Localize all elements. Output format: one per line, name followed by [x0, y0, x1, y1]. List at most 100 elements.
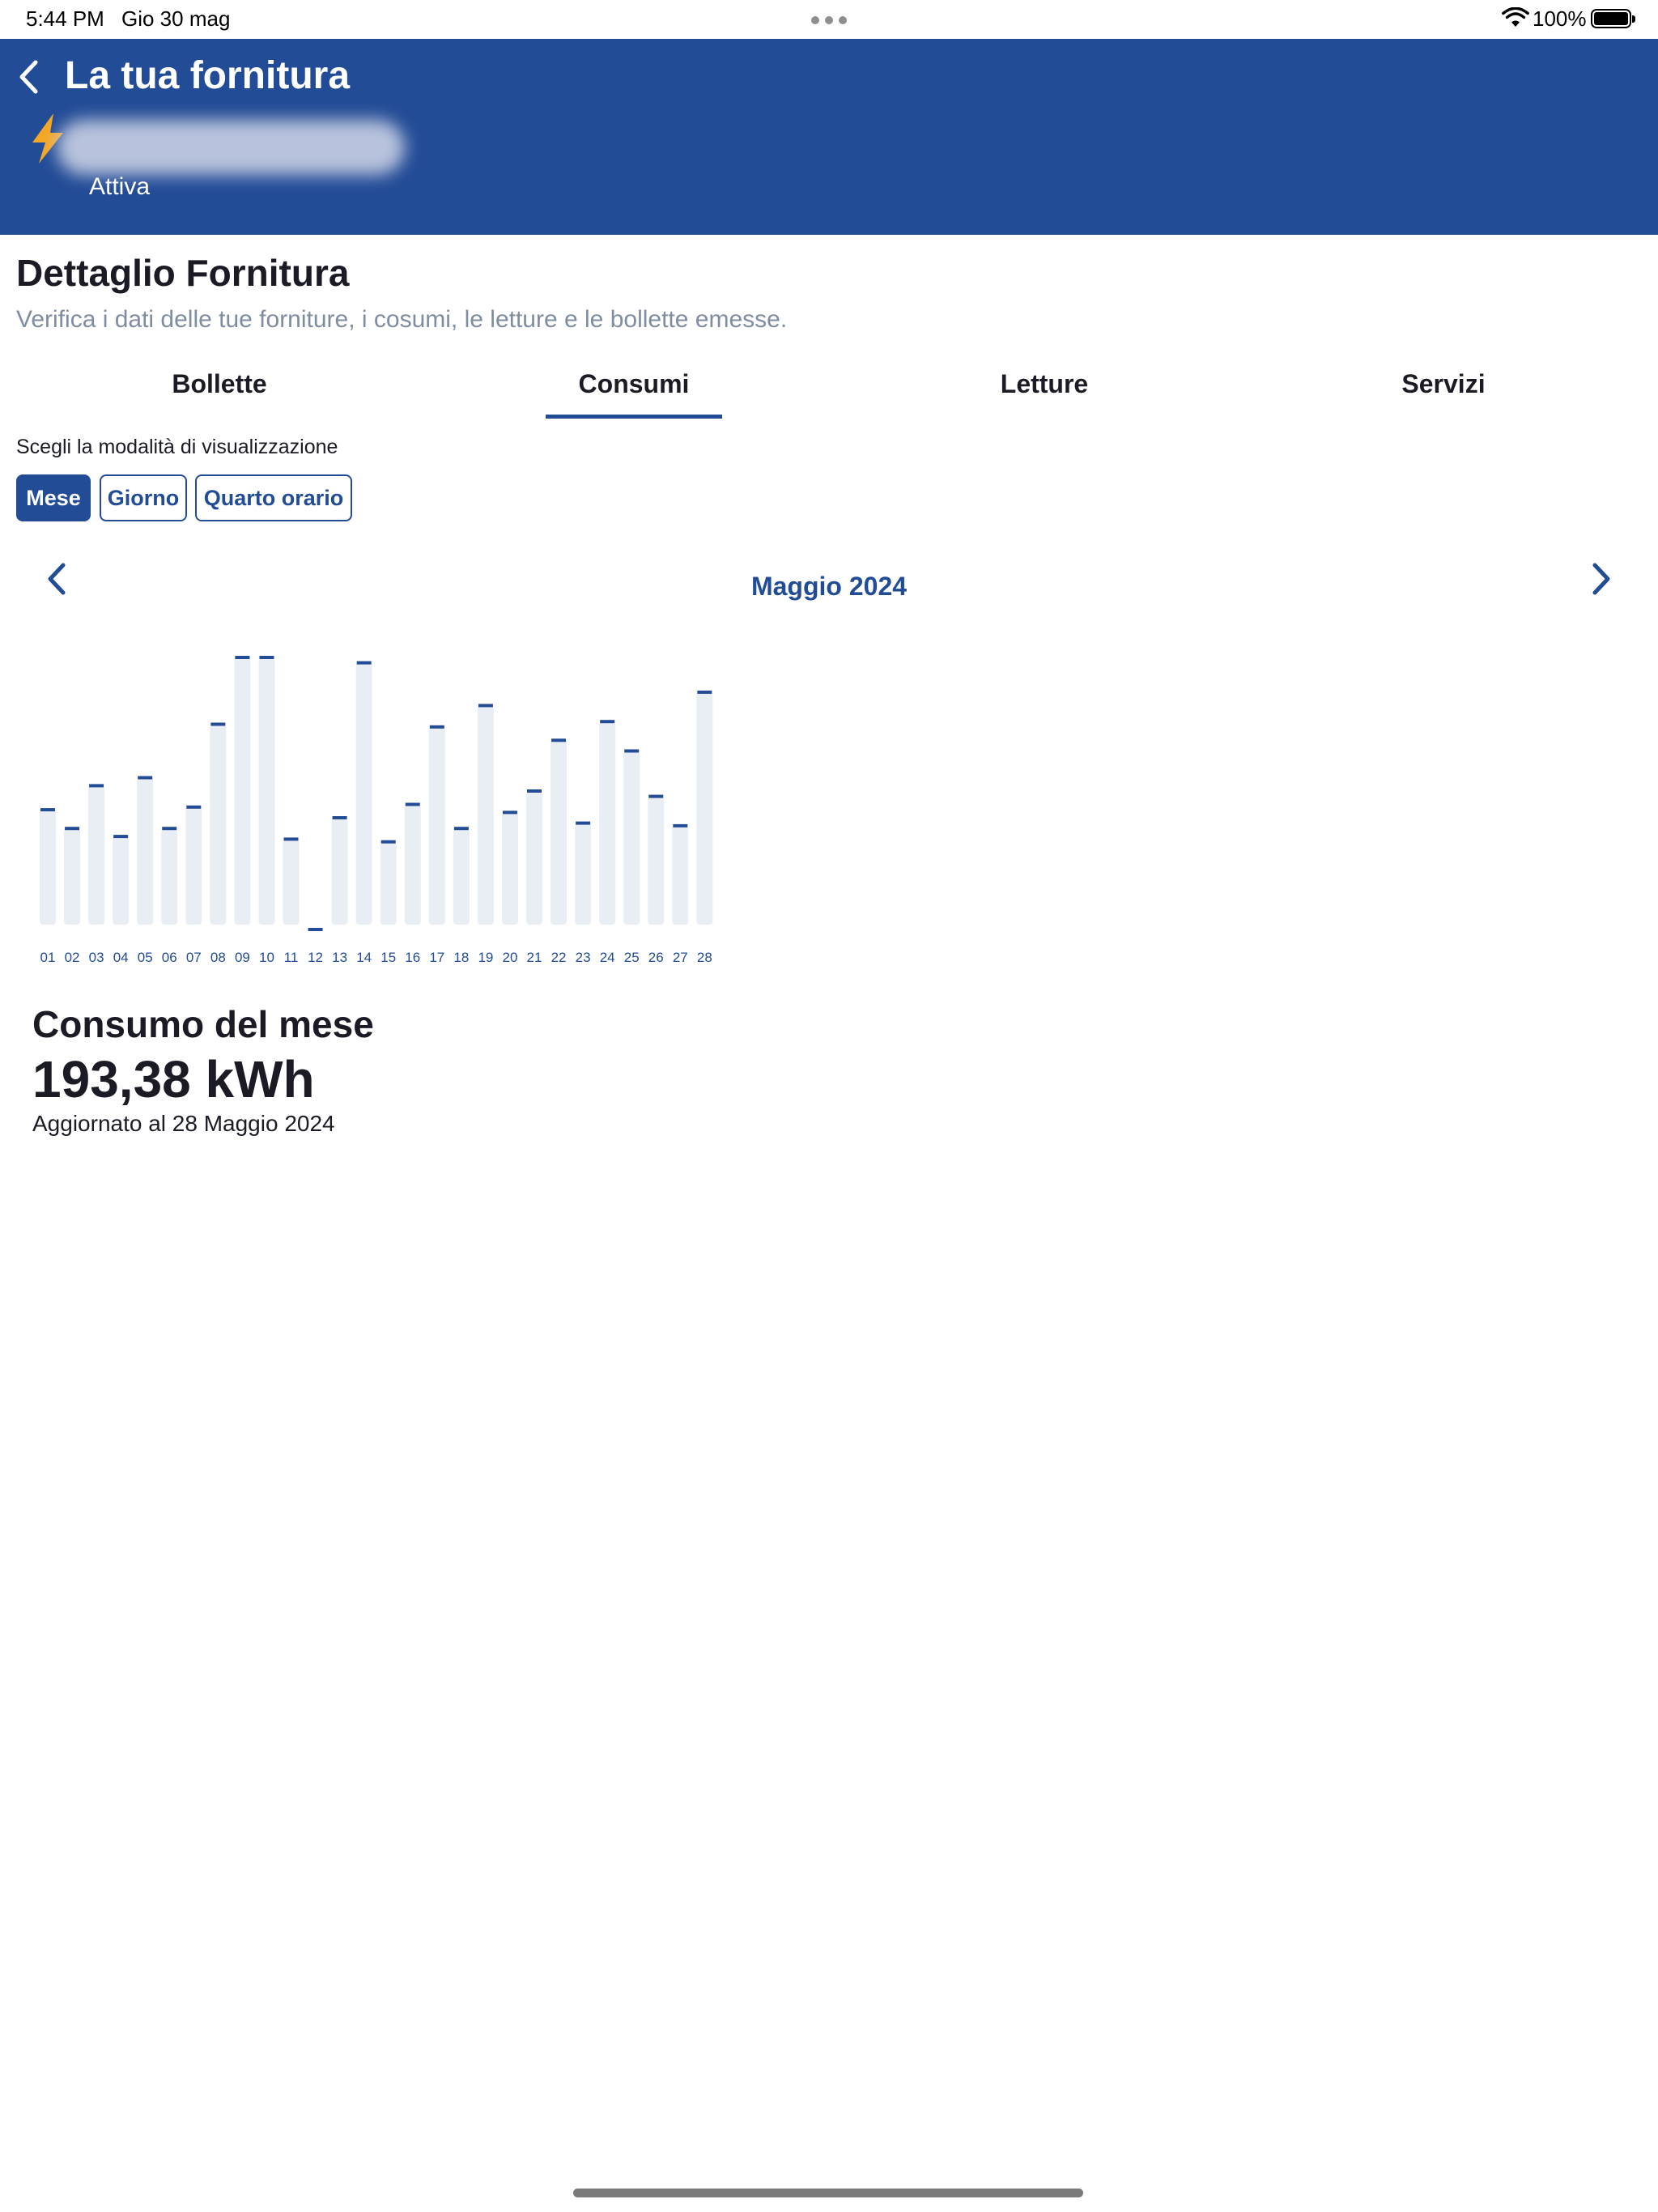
- mode-giorno-button[interactable]: Giorno: [100, 474, 187, 521]
- x-tick-label-19: 19: [478, 950, 493, 965]
- x-tick-label-09: 09: [235, 950, 250, 965]
- bar-value-marker-07: [186, 805, 202, 809]
- bar-22[interactable]: [551, 740, 568, 925]
- bar-15[interactable]: [380, 841, 397, 925]
- summary-title: Consumo del mese: [32, 1003, 374, 1045]
- x-tick-label-20: 20: [502, 950, 517, 965]
- bar-value-marker-16: [405, 802, 420, 806]
- bar-26[interactable]: [648, 796, 665, 925]
- bar-value-marker-08: [210, 722, 226, 726]
- x-tick-label-26: 26: [648, 950, 664, 965]
- summary-value: 193,38 kWh: [32, 1050, 315, 1108]
- bar-03[interactable]: [88, 785, 105, 925]
- bar-25[interactable]: [623, 751, 640, 925]
- bar-14[interactable]: [355, 662, 372, 925]
- bar-11[interactable]: [283, 839, 300, 925]
- bar-08[interactable]: [210, 724, 227, 925]
- x-tick-label-07: 07: [186, 950, 202, 965]
- bar-value-marker-04: [113, 835, 129, 839]
- bar-09[interactable]: [234, 657, 251, 925]
- bar-value-marker-27: [673, 823, 688, 827]
- bar-value-marker-13: [332, 816, 347, 819]
- bar-21[interactable]: [526, 791, 542, 925]
- bar-value-marker-26: [648, 794, 664, 798]
- bar-value-marker-17: [429, 725, 444, 729]
- tab-bar: Bollette Consumi Letture Servizi: [0, 356, 1658, 421]
- daily-consumption-chart: 01 02 03 04 05 06 07 08 09 10 11 12 13 14 15 16 17 18 19 20…: [40, 656, 713, 965]
- bar-04[interactable]: [113, 836, 130, 925]
- bar-value-marker-18: [453, 827, 469, 831]
- x-tick-label-01: 01: [40, 950, 56, 965]
- wifi-icon: [1502, 7, 1529, 27]
- multitasking-dots-icon[interactable]: [811, 16, 847, 24]
- chevron-left-icon[interactable]: [11, 55, 49, 99]
- bar-value-marker-24: [600, 720, 615, 724]
- active-tab-indicator: [546, 415, 722, 419]
- bar-24[interactable]: [599, 721, 616, 925]
- bar-23[interactable]: [575, 823, 592, 925]
- home-indicator[interactable]: [573, 2189, 1083, 2197]
- bar-01[interactable]: [40, 810, 56, 925]
- period-label: Maggio 2024: [750, 572, 908, 601]
- bar-value-marker-28: [697, 690, 712, 694]
- tab-letture[interactable]: Letture: [963, 369, 1125, 399]
- bar-value-marker-09: [235, 656, 250, 659]
- x-tick-label-14: 14: [356, 950, 372, 965]
- bar-13[interactable]: [331, 818, 348, 925]
- x-tick-label-15: 15: [380, 950, 396, 965]
- bar-value-marker-12: [308, 928, 323, 931]
- x-tick-label-08: 08: [210, 950, 226, 965]
- tab-servizi[interactable]: Servizi: [1363, 369, 1524, 399]
- bar-value-marker-23: [576, 821, 591, 825]
- bar-16[interactable]: [404, 804, 421, 925]
- section-subtitle: Verifica i dati delle tue forniture, i c…: [16, 306, 788, 333]
- bar-05[interactable]: [137, 777, 154, 925]
- bar-07[interactable]: [185, 806, 202, 925]
- chevron-right-icon[interactable]: [1582, 559, 1618, 599]
- tab-consumi[interactable]: Consumi: [553, 369, 715, 399]
- bar-value-marker-01: [40, 808, 55, 812]
- bar-value-marker-06: [162, 827, 177, 831]
- bar-value-marker-14: [356, 661, 372, 665]
- x-tick-label-04: 04: [113, 950, 129, 965]
- status-bar: 5:44 PM Gio 30 mag 100%: [0, 0, 1658, 39]
- x-tick-label-12: 12: [308, 950, 323, 965]
- bar-value-marker-22: [551, 738, 567, 742]
- redacted-supply-address: [57, 120, 405, 175]
- header: La tua fornitura Attiva: [0, 39, 1658, 235]
- x-tick-label-21: 21: [527, 950, 542, 965]
- bar-value-marker-02: [65, 827, 80, 831]
- x-tick-label-23: 23: [576, 950, 591, 965]
- bar-10[interactable]: [258, 657, 275, 925]
- mode-mese-button[interactable]: Mese: [16, 474, 91, 521]
- x-tick-label-22: 22: [551, 950, 567, 965]
- section-title: Dettaglio Fornitura: [16, 252, 350, 294]
- bar-06[interactable]: [161, 828, 178, 925]
- battery-percent: 100%: [1533, 6, 1587, 31]
- bar-value-marker-25: [624, 749, 640, 753]
- bar-value-marker-11: [283, 837, 299, 841]
- bar-27[interactable]: [672, 825, 689, 925]
- bar-18[interactable]: [453, 828, 470, 925]
- bar-02[interactable]: [64, 828, 81, 925]
- x-tick-label-10: 10: [259, 950, 274, 965]
- chevron-left-icon[interactable]: [40, 559, 76, 599]
- x-tick-label-16: 16: [405, 950, 420, 965]
- bar-20[interactable]: [501, 812, 518, 925]
- x-tick-label-05: 05: [138, 950, 153, 965]
- x-tick-label-17: 17: [429, 950, 444, 965]
- bar-value-marker-10: [259, 656, 274, 659]
- bar-value-marker-19: [478, 704, 493, 708]
- bar-17[interactable]: [428, 726, 445, 925]
- bar-value-marker-15: [380, 840, 396, 844]
- bar-28[interactable]: [696, 691, 713, 925]
- x-tick-label-13: 13: [332, 950, 347, 965]
- bar-value-marker-05: [138, 776, 153, 780]
- bar-19[interactable]: [477, 705, 494, 925]
- mode-quarto-orario-button[interactable]: Quarto orario: [195, 474, 352, 521]
- status-time: 5:44 PM: [26, 6, 104, 31]
- x-tick-label-02: 02: [65, 950, 80, 965]
- tab-bollette[interactable]: Bollette: [138, 369, 300, 399]
- x-tick-label-28: 28: [697, 950, 712, 965]
- page-title: La tua fornitura: [65, 54, 351, 97]
